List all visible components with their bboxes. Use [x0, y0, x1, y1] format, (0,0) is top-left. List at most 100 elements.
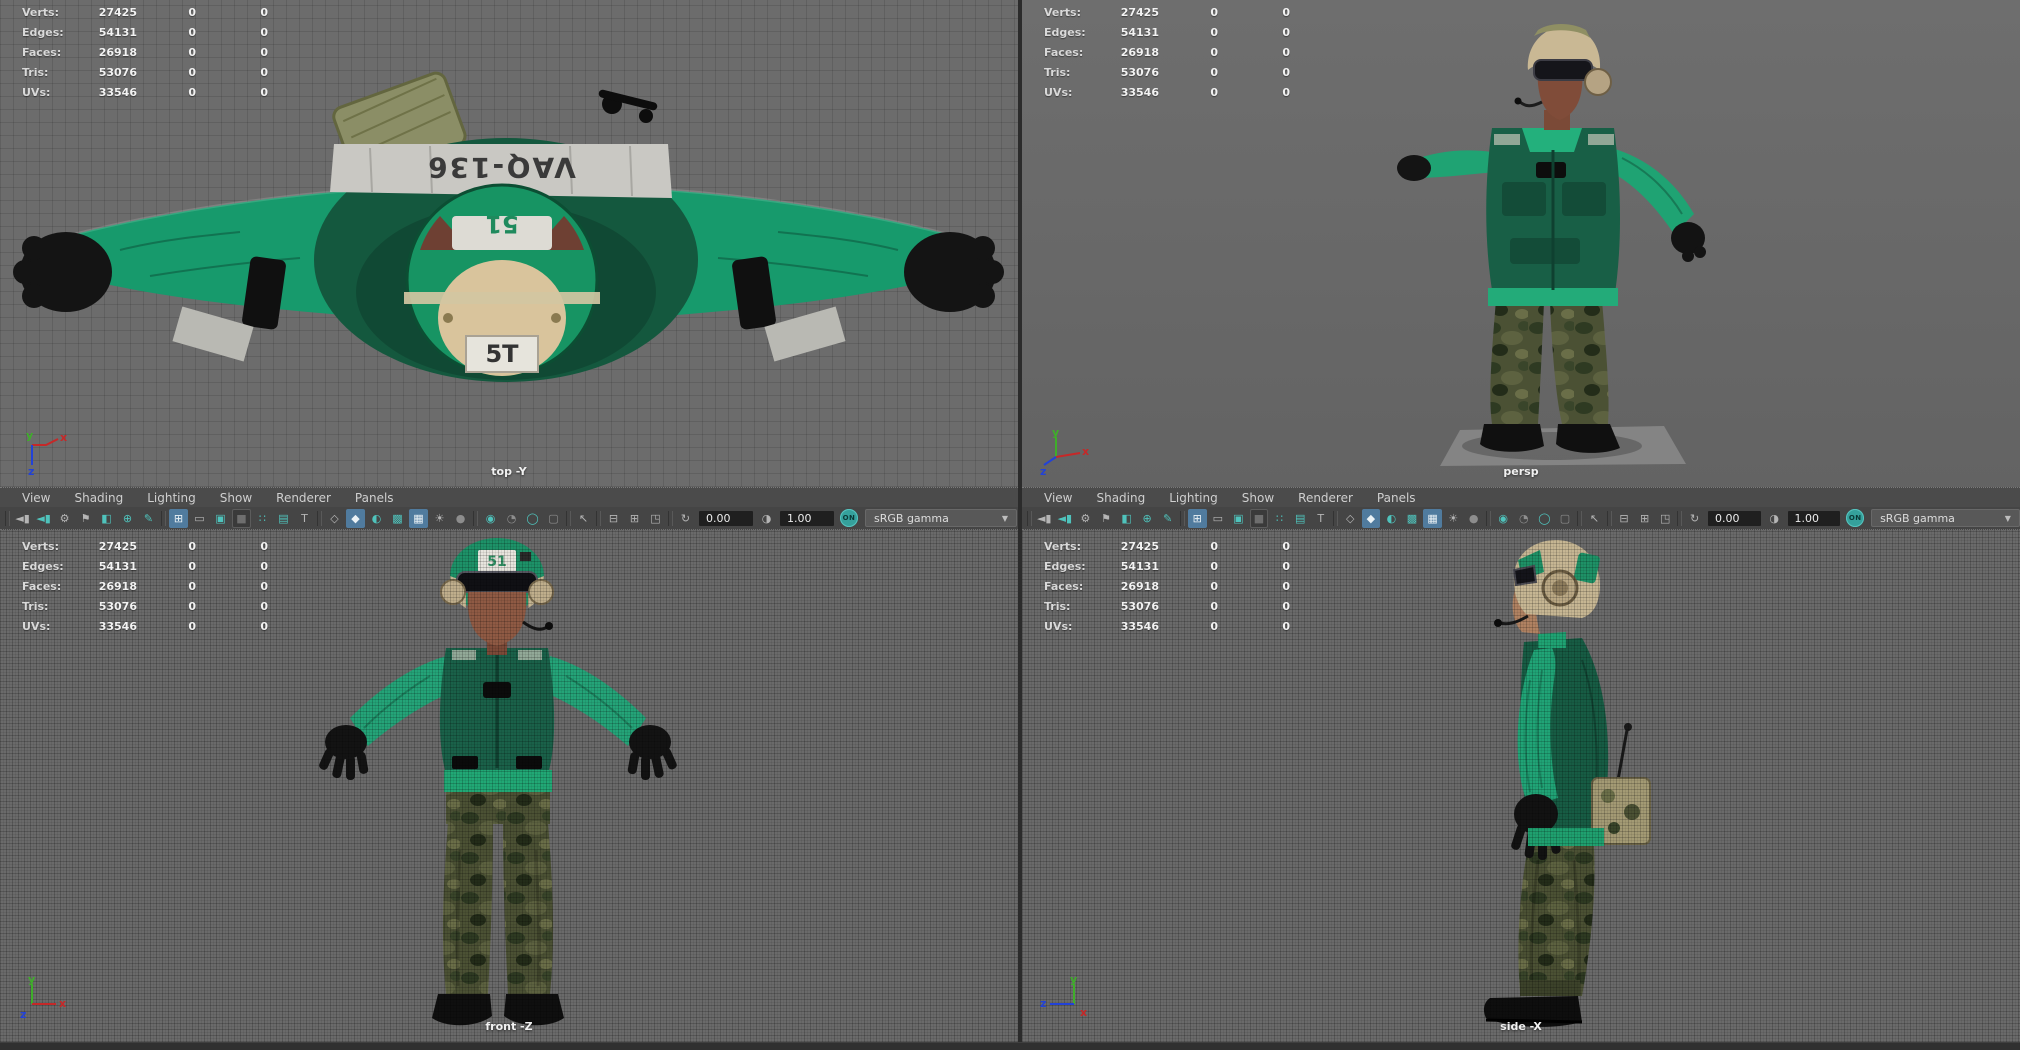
image-plane-button[interactable]: ◧	[97, 509, 116, 528]
grease-pencil-button[interactable]: ✎	[139, 509, 158, 528]
menu-show[interactable]: Show	[208, 491, 264, 505]
ssao-button[interactable]: ◉	[1494, 509, 1513, 528]
smooth-shade-all-button[interactable]: ◆	[346, 508, 365, 528]
object-selection-button[interactable]: ↖	[574, 509, 593, 528]
use-default-material-button[interactable]: ▦	[409, 508, 428, 528]
svg-text:z: z	[28, 465, 34, 475]
layer-stack-button[interactable]: ⊞	[625, 509, 644, 528]
lock-camera-button[interactable]: ◄▮	[1056, 509, 1075, 528]
select-camera-button[interactable]: ◄▮	[13, 509, 32, 528]
color-managed-toggle[interactable]: ON	[1846, 509, 1865, 527]
bookmark-view-icon: ⚑	[80, 511, 91, 525]
screen-capture-button[interactable]: ◳	[1656, 509, 1675, 528]
gamma-button[interactable]: ◑	[1765, 509, 1784, 528]
smooth-shade-all-button[interactable]: ◆	[1361, 508, 1381, 528]
object-selection-button[interactable]: ↖	[1585, 509, 1604, 528]
grease-pencil-button[interactable]: ✎	[1158, 509, 1177, 528]
safe-action-button[interactable]: ▤	[1291, 509, 1310, 528]
motion-blur-icon: ◔	[506, 511, 517, 525]
stat-other: 0	[1282, 45, 1290, 59]
viewport-front[interactable]: 51 Verts: 27425 0 0 Edges: 54131 0 0 Faces: 26918…	[0, 530, 1018, 1042]
layer-stack-button[interactable]: ⊞	[1635, 509, 1654, 528]
stat-selected: 0	[188, 25, 196, 39]
view-label: persp	[1503, 465, 1539, 478]
film-gate-icon: ▭	[194, 511, 205, 525]
film-gate-button[interactable]: ▭	[1209, 509, 1228, 528]
viewport-persp[interactable]: Verts: 27425 0 0 Edges: 54131 0 0 Faces: 26918 0 0 T…	[1022, 0, 2020, 487]
lights-display-button[interactable]: ☀	[1444, 509, 1463, 528]
film-gate-button[interactable]: ▭	[190, 509, 209, 528]
stat-selected: 0	[188, 619, 196, 633]
menu-renderer[interactable]: Renderer	[1286, 491, 1365, 505]
exposure-field[interactable]: 0.00	[1707, 510, 1761, 526]
field-chart-button[interactable]: ∷	[1270, 509, 1289, 528]
menu-view[interactable]: View	[1032, 491, 1084, 505]
flat-shade-all-button[interactable]: ◐	[367, 509, 386, 528]
motion-blur-button[interactable]: ◔	[1515, 509, 1534, 528]
safe-title-button[interactable]: T	[295, 509, 314, 528]
field-chart-button[interactable]: ∷	[253, 509, 272, 528]
camera-attributes-button[interactable]: ⚙	[1076, 509, 1095, 528]
ssao-button[interactable]: ◉	[481, 509, 500, 528]
resolution-gate-button[interactable]: ▣	[1229, 509, 1248, 528]
textured-display-button[interactable]: ▩	[1403, 509, 1422, 528]
menu-shading[interactable]: Shading	[62, 491, 135, 505]
layer-overlay-icon: ⊟	[1619, 511, 1629, 525]
flat-shade-all-button[interactable]: ◐	[1382, 509, 1401, 528]
render-region-button[interactable]: ▢	[1556, 509, 1575, 528]
menu-show[interactable]: Show	[1230, 491, 1286, 505]
lights-display-icon: ☀	[434, 511, 445, 525]
menu-panels[interactable]: Panels	[343, 491, 406, 505]
menu-renderer[interactable]: Renderer	[264, 491, 343, 505]
safe-title-button[interactable]: T	[1311, 509, 1330, 528]
layer-overlay-button[interactable]: ⊟	[1615, 509, 1634, 528]
svg-text:x: x	[60, 431, 67, 444]
color-managed-toggle[interactable]: ON	[840, 509, 858, 527]
screen-capture-button[interactable]: ◳	[646, 509, 665, 528]
exposure-button[interactable]: ↻	[676, 509, 695, 528]
layer-overlay-button[interactable]: ⊟	[604, 509, 623, 528]
motion-blur-button[interactable]: ◔	[502, 509, 521, 528]
gamma-button[interactable]: ◑	[757, 509, 776, 528]
gamma-field[interactable]: 1.00	[1787, 510, 1841, 526]
lights-display-button[interactable]: ☀	[430, 509, 449, 528]
textured-display-button[interactable]: ▩	[388, 509, 407, 528]
bookmark-view-button[interactable]: ⚑	[1097, 509, 1116, 528]
anti-aliasing-button[interactable]: ◯	[1535, 509, 1554, 528]
gamma-field[interactable]: 1.00	[780, 510, 834, 526]
anti-aliasing-button[interactable]: ◯	[523, 509, 542, 528]
poly-count-row: Edges: 54131 0 0	[1022, 556, 1290, 576]
menu-panels[interactable]: Panels	[1365, 491, 1428, 505]
pan-zoom-2d-button[interactable]: ⊕	[118, 509, 137, 528]
grid-display-button[interactable]: ⊞	[169, 508, 188, 528]
menu-shading[interactable]: Shading	[1084, 491, 1157, 505]
exposure-field[interactable]: 0.00	[699, 510, 753, 526]
image-plane-button[interactable]: ◧	[1117, 509, 1136, 528]
wireframe-display-button[interactable]: ◇	[325, 509, 344, 528]
resolution-gate-button[interactable]: ▣	[211, 509, 230, 528]
exposure-button[interactable]: ↻	[1685, 509, 1704, 528]
select-camera-button[interactable]: ◄▮	[1035, 509, 1054, 528]
render-region-button[interactable]: ▢	[544, 509, 563, 528]
gate-mask-button[interactable]: ■	[1249, 508, 1269, 528]
camera-attributes-button[interactable]: ⚙	[55, 509, 74, 528]
safe-action-button[interactable]: ▤	[274, 509, 293, 528]
viewport-side[interactable]: Verts: 27425 0 0 Edges: 54131 0 0 Faces: 26918 0 0 T…	[1022, 530, 2020, 1042]
gate-mask-button[interactable]: ■	[232, 508, 251, 528]
grid-display-button[interactable]: ⊞	[1187, 508, 1207, 528]
pan-zoom-2d-button[interactable]: ⊕	[1138, 509, 1157, 528]
bookmark-view-button[interactable]: ⚑	[76, 509, 95, 528]
view-transform-dropdown[interactable]: sRGB gamma ▼	[865, 509, 1017, 527]
view-label: side -X	[1500, 1020, 1542, 1033]
shadows-display-button[interactable]: ●	[451, 509, 470, 528]
shadows-display-button[interactable]: ●	[1464, 509, 1483, 528]
menu-lighting[interactable]: Lighting	[135, 491, 208, 505]
menu-lighting[interactable]: Lighting	[1157, 491, 1230, 505]
menu-view[interactable]: View	[10, 491, 62, 505]
wireframe-display-button[interactable]: ◇	[1341, 509, 1360, 528]
svg-text:y: y	[1052, 427, 1059, 439]
view-transform-dropdown[interactable]: sRGB gamma ▼	[1871, 509, 2020, 527]
lock-camera-button[interactable]: ◄▮	[34, 509, 53, 528]
use-default-material-button[interactable]: ▦	[1423, 508, 1442, 528]
viewport-top[interactable]: VAQ-136 51 5T Verts: 27425 0 0 Edges: 54131 0 0…	[0, 0, 1018, 487]
